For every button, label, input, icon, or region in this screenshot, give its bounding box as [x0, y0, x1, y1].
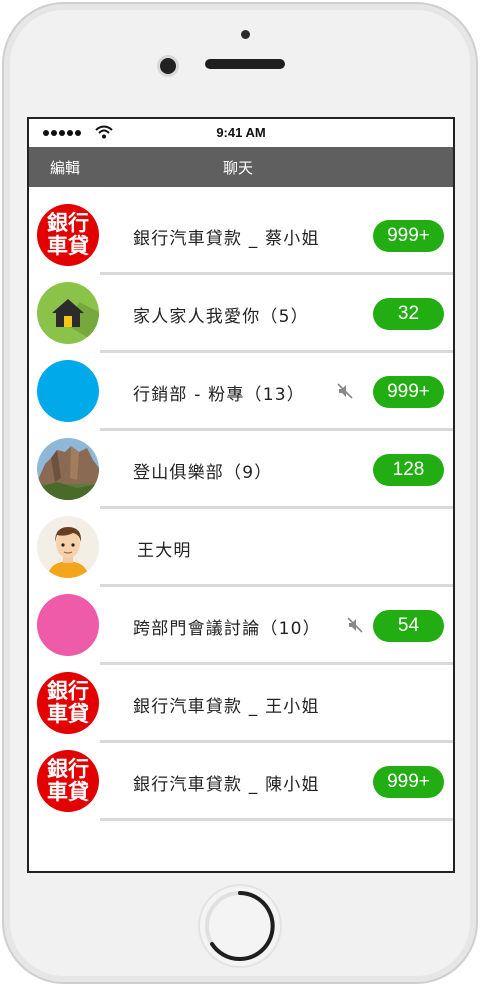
chat-name: 行銷部 - 粉專（13） [133, 385, 305, 405]
home-spinner-icon [205, 891, 275, 961]
mute-icon [337, 383, 353, 399]
chat-name: 登山俱樂部（9） [133, 463, 273, 483]
unread-badge: 999+ [373, 376, 444, 408]
page-title: 聊天 [223, 159, 254, 177]
unread-badge: 999+ [373, 766, 444, 798]
clock: 9:41 AM [216, 125, 266, 140]
front-camera [160, 58, 176, 74]
man-portrait-avatar [37, 516, 99, 578]
bank-logo-line2: 車貸 [47, 702, 89, 726]
bank-logo-line2: 車貸 [47, 234, 89, 258]
chat-row[interactable]: 家人家人我愛你（5） 32 [29, 275, 453, 353]
unread-badge: 54 [373, 610, 444, 642]
chat-name: 家人家人我愛你（5） [133, 307, 309, 327]
nav-bar: 編輯 聊天 [29, 147, 453, 187]
bank-logo-avatar: 銀行 車貸 [37, 750, 99, 812]
chat-row[interactable]: 王大明 [29, 509, 453, 587]
chat-name: 銀行汽車貸款 _ 蔡小姐 [133, 229, 320, 249]
edit-button[interactable]: 編輯 [50, 157, 80, 178]
app-screen: 9:41 AM 編輯 聊天 銀行 車貸 銀行汽車貸款 _ 蔡小姐 999+ 家人… [27, 117, 455, 873]
bank-logo-avatar: 銀行 車貸 [37, 204, 99, 266]
unread-badge: 128 [373, 454, 444, 486]
bank-logo-line1: 銀行 [47, 679, 89, 703]
chat-row[interactable]: 跨部門會議討論（10） 54 [29, 587, 453, 665]
chat-row[interactable]: 銀行 車貸 銀行汽車貸款 _ 王小姐 [29, 665, 453, 743]
chat-name: 銀行汽車貸款 _ 王小姐 [133, 697, 320, 717]
pink-circle-avatar [37, 594, 99, 656]
unread-badge: 32 [373, 298, 444, 330]
home-icon [37, 282, 99, 344]
bank-logo-line1: 銀行 [47, 757, 89, 781]
chat-row[interactable]: 行銷部 - 粉專（13） 999+ [29, 353, 453, 431]
status-bar: 9:41 AM [29, 119, 453, 147]
blue-circle-avatar [37, 360, 99, 422]
chat-name: 銀行汽車貸款 _ 陳小姐 [133, 775, 320, 795]
chat-name: 王大明 [137, 541, 192, 561]
bank-logo-line2: 車貸 [47, 780, 89, 804]
bank-logo-avatar: 銀行 車貸 [37, 672, 99, 734]
bank-logo-line1: 銀行 [47, 211, 89, 235]
mute-icon [347, 617, 363, 633]
sensor-dot [241, 30, 250, 39]
chat-row[interactable]: 登山俱樂部（9） 128 [29, 431, 453, 509]
row-divider [100, 818, 453, 821]
chat-row[interactable]: 銀行 車貸 銀行汽車貸款 _ 蔡小姐 999+ [29, 197, 453, 275]
mountain-photo-avatar [37, 438, 99, 500]
chat-name: 跨部門會議討論（10） [133, 619, 321, 639]
chat-row[interactable]: 銀行 車貸 銀行汽車貸款 _ 陳小姐 999+ [29, 743, 453, 821]
unread-badge: 999+ [373, 220, 444, 252]
earpiece-speaker [205, 59, 285, 69]
chat-list: 銀行 車貸 銀行汽車貸款 _ 蔡小姐 999+ 家人家人我愛你（5） 32 行銷… [29, 197, 453, 821]
